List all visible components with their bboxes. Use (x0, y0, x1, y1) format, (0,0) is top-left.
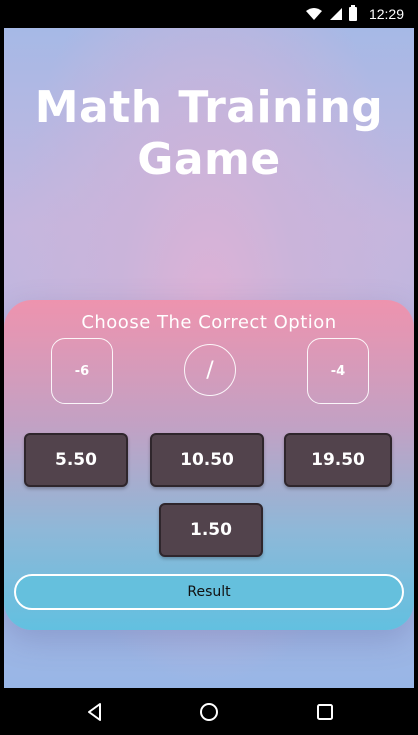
question-prompt: Choose The Correct Option (81, 312, 337, 333)
title-line-1: Math Training (34, 82, 384, 133)
question-card: Choose The Correct Option -6 / -4 5.50 1… (4, 300, 414, 630)
page-title: Math Training Game (4, 82, 414, 186)
recents-icon[interactable] (314, 701, 336, 723)
back-icon[interactable] (84, 701, 106, 723)
navigation-bar (4, 688, 414, 735)
operator: / (184, 344, 236, 396)
option-button-4[interactable]: 1.50 (159, 503, 263, 557)
phone-frame: 12:29 Math Training Game Choose The Corr… (4, 0, 414, 735)
status-time: 12:29 (368, 6, 404, 22)
home-icon[interactable] (198, 701, 220, 723)
option-button-3[interactable]: 19.50 (284, 433, 392, 487)
wifi-icon (305, 8, 322, 20)
title-line-2: Game (137, 134, 281, 185)
option-button-2[interactable]: 10.50 (150, 433, 264, 487)
signal-icon (329, 8, 342, 20)
battery-icon (348, 5, 357, 21)
operand-left: -6 (51, 338, 113, 404)
status-icons: 12:29 (305, 5, 404, 22)
result-button[interactable]: Result (14, 574, 404, 610)
status-bar: 12:29 (4, 0, 414, 28)
operand-right: -4 (307, 338, 369, 404)
option-button-1[interactable]: 5.50 (24, 433, 128, 487)
app-screen: Math Training Game Choose The Correct Op… (4, 28, 414, 688)
